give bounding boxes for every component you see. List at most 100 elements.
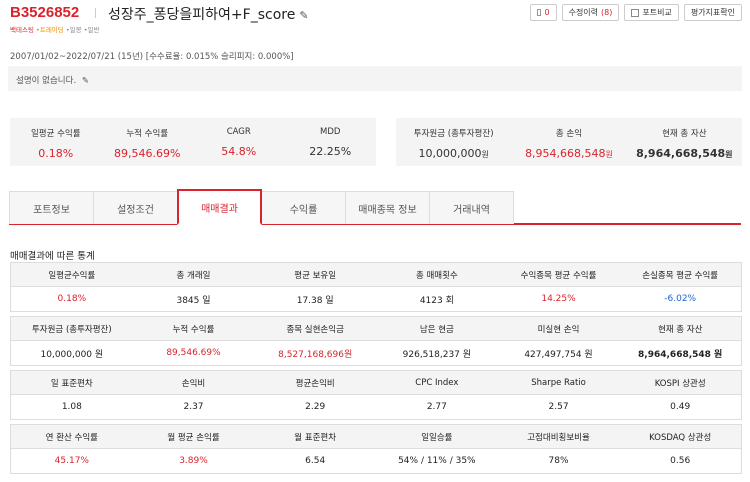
pencil-icon[interactable]: ✎ xyxy=(82,76,89,86)
summary-mdd: MDD 22.25% xyxy=(285,118,377,166)
stats-value-row: 10,000,000 원 89,546.69% 8,527,168,696원 9… xyxy=(11,341,741,365)
stats-header: 투자원금 (총투자평잔) xyxy=(31,324,112,335)
eval-label: 평가지표확인 xyxy=(690,8,735,17)
stats-value: 54% / 11% / 35% xyxy=(398,456,476,466)
stats-header: 월 표준편차 xyxy=(294,432,337,443)
compare-label: 포트비교 xyxy=(642,8,672,17)
stats-block-1: 일평균수익률 총 개래일 평균 보유일 총 매매횟수 수익종목 평균 수익률 손… xyxy=(10,262,742,312)
summary-total-assets: 현재 총 자산 8,964,668,548원 xyxy=(627,118,742,166)
stats-value: 78% xyxy=(548,456,569,466)
stats-value: 45.17% xyxy=(54,456,89,466)
header-buttons: ▯ 0 수정이력 (8) 포트비교 평가지표확인 xyxy=(529,4,742,21)
tag-backtest: 백테스팅 xyxy=(10,26,34,34)
stats-header: 수익종목 평균 수익률 xyxy=(520,270,597,281)
summary-label: 일평균 수익률 xyxy=(30,129,81,139)
summary-value: 89,546.69% xyxy=(114,147,181,160)
summary-number: 8,954,668,548 xyxy=(525,147,606,160)
tag-daily: •일봉 xyxy=(65,26,82,34)
stats-value: 3.89% xyxy=(179,456,208,466)
stats-header: Sharpe Ratio xyxy=(531,377,586,388)
stats-value: 8,964,668,548 원 xyxy=(638,349,723,360)
summary-principal: 투자원금 (총투자평잔) 10,000,000원 xyxy=(396,118,511,166)
stats-value: -6.02% xyxy=(664,294,697,304)
stats-header: 종목 실현손익금 xyxy=(286,324,344,335)
history-button[interactable]: 수정이력 (8) xyxy=(561,4,620,21)
stats-value: 6.54 xyxy=(305,456,326,466)
notify-count: 0 xyxy=(544,8,550,17)
stats-header: 월 평균 손익률 xyxy=(167,432,220,443)
tab-port-info[interactable]: 포트정보 xyxy=(9,191,94,224)
eval-button[interactable]: 평가지표확인 xyxy=(683,4,742,21)
stats-value: 8,527,168,696원 xyxy=(278,349,353,360)
stats-value: 0.49 xyxy=(670,402,691,412)
stats-value: 0.56 xyxy=(670,456,691,466)
stats-value: 926,518,237 원 xyxy=(402,349,472,360)
stats-value: 2.29 xyxy=(305,402,326,412)
strategy-code: B3526852 xyxy=(10,4,80,21)
summary-value: 8,954,668,548원 xyxy=(511,147,626,160)
summary-number: 8,964,668,548 xyxy=(636,147,726,160)
stats-value: 89,546.69% xyxy=(166,348,221,358)
stats-value: 17.38 일 xyxy=(296,295,334,306)
tab-returns[interactable]: 수익률 xyxy=(261,191,346,224)
stats-block-2: 투자원금 (총투자평잔) 누적 수익률 종목 실현손익금 남은 현금 미실현 손… xyxy=(10,316,742,366)
stats-value: 2.77 xyxy=(426,402,447,412)
compare-button[interactable]: 포트비교 xyxy=(624,4,679,21)
summary-daily-return: 일평균 수익률 0.18% xyxy=(10,118,102,166)
summary-total-pnl: 총 손익 8,954,668,548원 xyxy=(511,118,626,166)
summary-value: 8,964,668,548원 xyxy=(627,147,742,160)
tab-transactions[interactable]: 거래내역 xyxy=(429,191,514,224)
pencil-icon[interactable]: ✎ xyxy=(299,9,308,22)
description-box: 설명이 없습니다. ✎ xyxy=(8,66,742,91)
stats-header-row: 일 표준편차 손익비 평균손익비 CPC Index Sharpe Ratio … xyxy=(11,371,741,395)
summary-label: 누적 수익률 xyxy=(126,129,169,139)
stats-value: 1.08 xyxy=(61,402,82,412)
description-text: 설명이 없습니다. xyxy=(16,76,77,86)
period-info: 2007/01/02~2022/07/21 (15년) [수수료율: 0.015… xyxy=(10,52,294,62)
summary-value: 22.25% xyxy=(309,145,352,158)
stats-header: 누적 수익률 xyxy=(172,324,215,335)
stats-header-row: 일평균수익률 총 개래일 평균 보유일 총 매매횟수 수익종목 평균 수익률 손… xyxy=(11,263,741,287)
tab-settings[interactable]: 설정조건 xyxy=(93,191,178,224)
summary-label: MDD xyxy=(320,127,341,137)
page-header: B3526852 성장주_퐁당을피하여+F_score ✎ ▯ 0 수정이력 (8) … xyxy=(10,4,742,24)
stats-block-4: 연 환산 수익률 월 평균 손익률 월 표준편차 일일승률 고점대비횡보비율 K… xyxy=(10,424,742,474)
strategy-title: 성장주_퐁당을피하여+F_score ✎ xyxy=(108,4,309,24)
stats-header: 일평균수익률 xyxy=(48,270,96,281)
stats-header: 일일승률 xyxy=(421,432,453,443)
checkbox-icon xyxy=(631,8,640,17)
stats-value: 2.57 xyxy=(548,402,569,412)
stats-value: 14.25% xyxy=(541,294,576,304)
stats-header-row: 연 환산 수익률 월 평균 손익률 월 표준편차 일일승률 고점대비횡보비율 K… xyxy=(11,425,741,449)
stats-header-row: 투자원금 (총투자평잔) 누적 수익률 종목 실현손익금 남은 현금 미실현 손… xyxy=(11,317,741,341)
result-tabs: 포트정보 설정조건 매매결과 수익률 매매종목 정보 거래내역 xyxy=(9,189,741,225)
summary-number: 10,000,000 xyxy=(418,147,482,160)
stats-header: KOSDAQ 상관성 xyxy=(649,432,712,443)
stats-header: 총 개래일 xyxy=(176,270,211,281)
stats-header: 미실현 손익 xyxy=(537,324,580,335)
summary-assets: 투자원금 (총투자평잔) 10,000,000원 총 손익 8,954,668,… xyxy=(396,118,742,166)
header-divider xyxy=(95,8,96,18)
stats-header: 총 매매횟수 xyxy=(415,270,458,281)
history-count: (8) xyxy=(601,8,613,17)
summary-value: 54.8% xyxy=(221,145,257,158)
stats-value: 0.18% xyxy=(57,294,87,304)
stats-header: 고점대비횡보비율 xyxy=(527,432,590,443)
stats-header: 평균손익비 xyxy=(295,378,335,389)
stats-value: 10,000,000 원 xyxy=(40,349,104,360)
strategy-tags: 백테스팅 •트레이딩 •일봉 •일반 xyxy=(10,24,100,34)
stats-header: 현재 총 자산 xyxy=(657,324,703,335)
summary-cagr: CAGR 54.8% xyxy=(193,118,285,166)
stats-block-3: 일 표준편차 손익비 평균손익비 CPC Index Sharpe Ratio … xyxy=(10,370,742,420)
tag-trading: •트레이딩 xyxy=(36,26,64,34)
tab-stock-info[interactable]: 매매종목 정보 xyxy=(345,191,430,224)
stats-header: 평균 보유일 xyxy=(294,270,337,281)
stats-value-row: 0.18% 3845 일 17.38 일 4123 회 14.25% -6.02… xyxy=(11,287,741,311)
stats-value-row: 1.08 2.37 2.29 2.77 2.57 0.49 xyxy=(11,395,741,419)
stats-value: 3845 일 xyxy=(176,295,211,306)
summary-value: 0.18% xyxy=(38,147,74,160)
notify-button[interactable]: ▯ 0 xyxy=(529,4,557,21)
tab-trade-results[interactable]: 매매결과 xyxy=(177,189,262,225)
strategy-title-text: 성장주_퐁당을피하여+F_score xyxy=(108,7,296,23)
tag-general: •일반 xyxy=(83,26,100,34)
